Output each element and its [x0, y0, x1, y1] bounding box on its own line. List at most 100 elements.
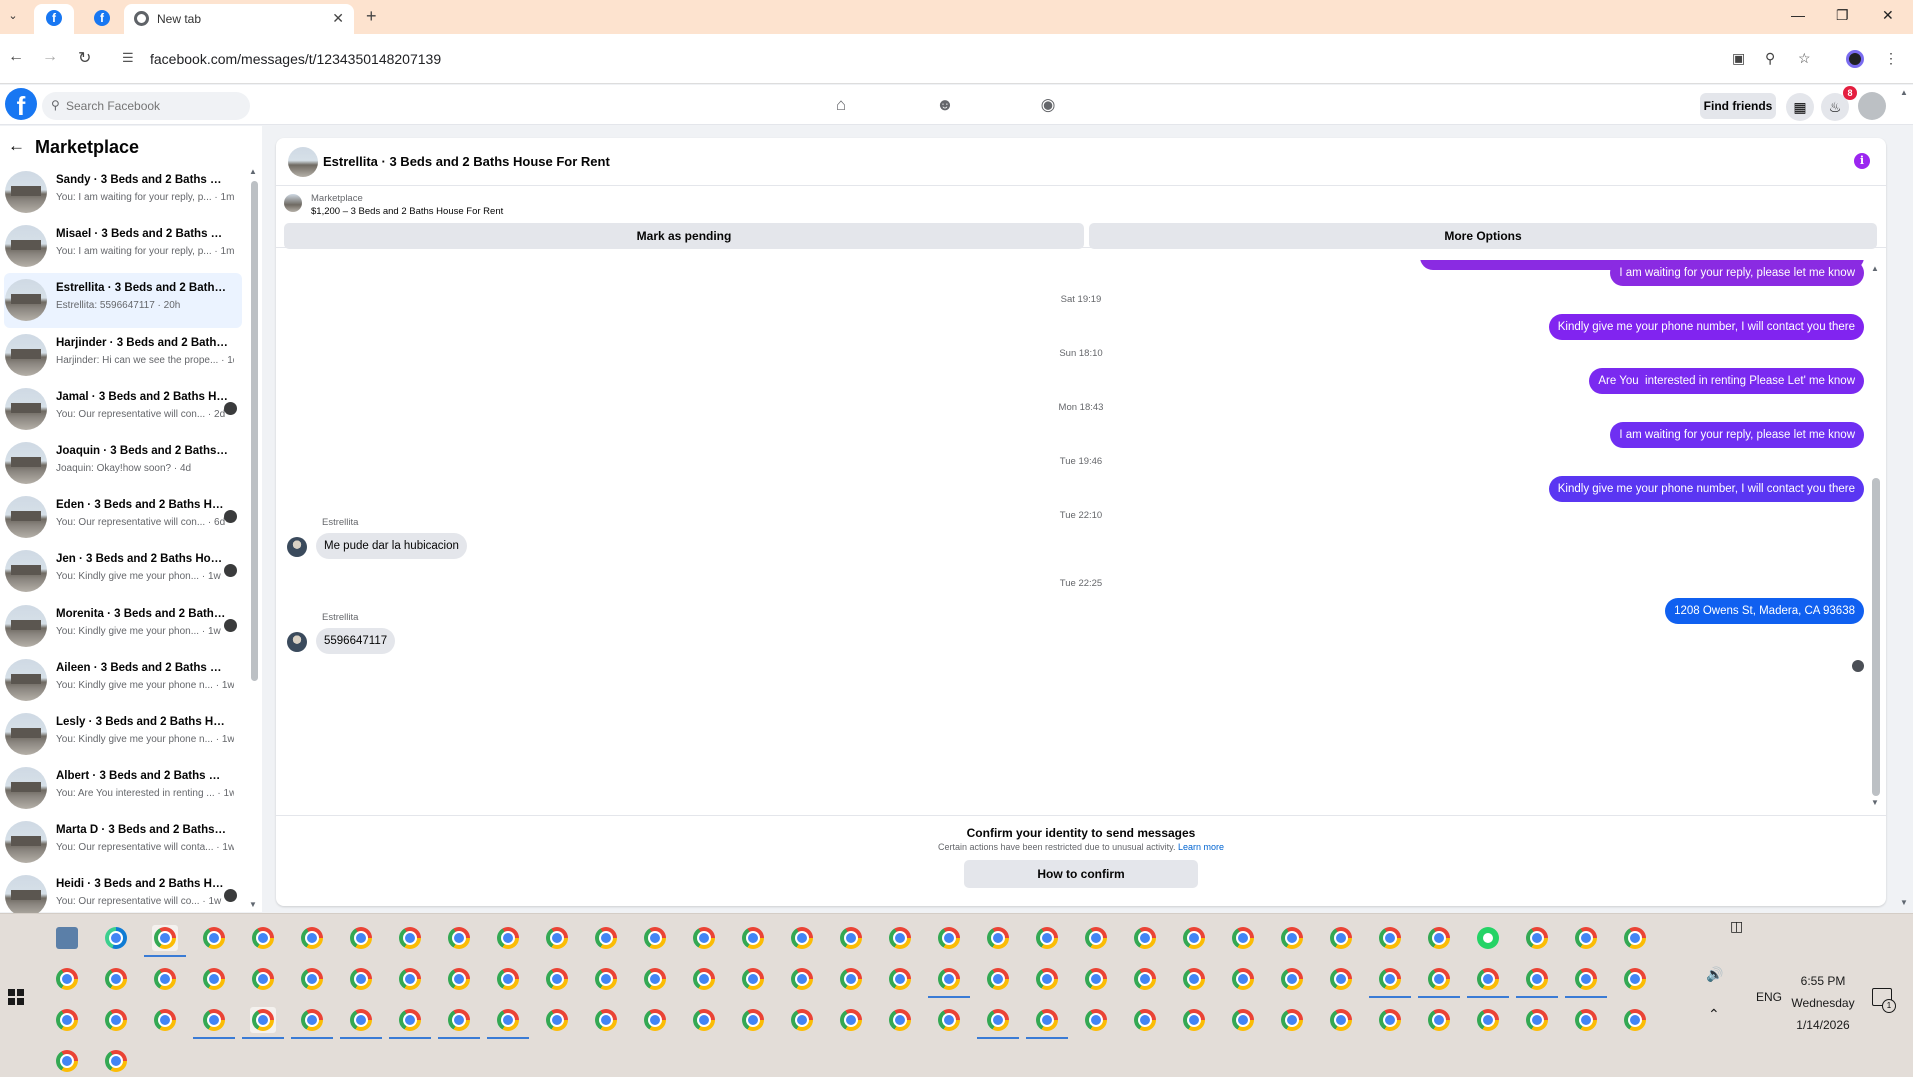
outgoing-message[interactable]: Kindly give me your phone number, I will…	[1548, 476, 1864, 502]
chrome-icon[interactable]	[250, 925, 276, 951]
chrome-icon[interactable]	[740, 966, 766, 992]
chrome-icon[interactable]	[201, 925, 227, 951]
language-indicator[interactable]: ENG	[1756, 990, 1782, 1004]
scroll-down-arrow-icon[interactable]: ▼	[249, 900, 257, 909]
tab-facebook-2[interactable]: f	[82, 4, 122, 34]
chrome-icon[interactable]	[446, 925, 472, 951]
chrome-icon[interactable]	[1524, 966, 1550, 992]
chrome-icon[interactable]	[201, 1007, 227, 1033]
chrome-icon[interactable]	[250, 1007, 276, 1033]
install-app-icon[interactable]: ▣	[1732, 50, 1745, 67]
chrome-icon[interactable]	[1328, 1007, 1354, 1033]
windows-start-icon[interactable]	[8, 989, 24, 1005]
chrome-icon[interactable]	[201, 966, 227, 992]
chrome-icon[interactable]	[1377, 966, 1403, 992]
zoom-icon[interactable]: ⚲	[1765, 50, 1775, 67]
chrome-icon[interactable]	[54, 1007, 80, 1033]
chrome-icon[interactable]	[740, 925, 766, 951]
chrome-icon[interactable]	[495, 925, 521, 951]
chrome-icon[interactable]	[936, 925, 962, 951]
conversation-item[interactable]: Estrellita · 3 Beds and 2 Baths House Fo…	[4, 273, 242, 328]
chrome-icon[interactable]	[1181, 925, 1207, 951]
conversation-item[interactable]: Joaquin · 3 Beds and 2 Baths House For R…	[0, 436, 246, 490]
chrome-icon[interactable]	[887, 1007, 913, 1033]
site-info-icon[interactable]: ☰	[122, 50, 134, 66]
browser-profile-avatar[interactable]	[1846, 50, 1864, 68]
chrome-icon[interactable]	[838, 925, 864, 951]
chrome-icon[interactable]	[887, 966, 913, 992]
chrome-icon[interactable]	[1083, 1007, 1109, 1033]
listing-thumbnail-small[interactable]	[284, 194, 302, 212]
chrome-icon[interactable]	[1622, 1007, 1648, 1033]
more-options-button[interactable]: More Options	[1089, 223, 1877, 249]
chrome-icon[interactable]	[691, 966, 717, 992]
url-field[interactable]: ☰ facebook.com/messages/t/12343501482071…	[112, 41, 1812, 77]
new-tab-button[interactable]: +	[366, 6, 377, 27]
conversation-item[interactable]: Lesly · 3 Beds and 2 Baths House For Ren…	[0, 707, 246, 761]
chevron-up-icon[interactable]: ⌃	[1708, 1006, 1720, 1023]
conversation-item[interactable]: Eden · 3 Beds and 2 Baths House For Rent…	[0, 490, 246, 544]
chrome-icon[interactable]	[1279, 925, 1305, 951]
chrome-icon[interactable]	[936, 1007, 962, 1033]
chrome-icon[interactable]	[1622, 966, 1648, 992]
chrome-icon[interactable]	[1279, 966, 1305, 992]
chrome-icon[interactable]	[1132, 1007, 1158, 1033]
chrome-icon[interactable]	[1377, 925, 1403, 951]
chrome-icon[interactable]	[103, 1007, 129, 1033]
chrome-icon[interactable]	[1524, 925, 1550, 951]
conversation-item[interactable]: Sandy · 3 Beds and 2 Baths House For Ren…	[0, 165, 246, 219]
chrome-icon[interactable]	[691, 925, 717, 951]
chrome-icon[interactable]	[642, 925, 668, 951]
chrome-icon[interactable]	[397, 966, 423, 992]
chrome-icon[interactable]	[103, 966, 129, 992]
chrome-icon[interactable]	[740, 1007, 766, 1033]
forward-arrow-icon[interactable]: →	[42, 48, 58, 66]
chrome-icon[interactable]	[985, 925, 1011, 951]
system-clock[interactable]: 6:55 PM Wednesday 1/14/2026	[1788, 970, 1858, 1036]
conversation-item[interactable]: Misael · 3 Beds and 2 Baths House For Re…	[0, 219, 246, 273]
conversation-item[interactable]: Jen · 3 Beds and 2 Baths House For Rent Y…	[0, 544, 246, 598]
chrome-icon[interactable]	[642, 966, 668, 992]
menu-grid-icon[interactable]: ▦	[1786, 93, 1814, 121]
chrome-icon[interactable]	[1034, 966, 1060, 992]
chrome-icon[interactable]	[1573, 1007, 1599, 1033]
chrome-icon[interactable]	[152, 925, 178, 951]
chrome-icon[interactable]	[985, 1007, 1011, 1033]
outgoing-message[interactable]: Kindly give me your phone number, I will…	[1548, 314, 1864, 340]
conversation-item[interactable]: Jamal · 3 Beds and 2 Baths House For Ren…	[0, 382, 246, 436]
chrome-icon[interactable]	[446, 1007, 472, 1033]
chrome-icon[interactable]	[1426, 925, 1452, 951]
tab-facebook-1[interactable]: f	[34, 4, 74, 34]
scroll-down-arrow-icon[interactable]: ▼	[1871, 798, 1879, 807]
search-box[interactable]: ⚲	[42, 92, 250, 120]
page-scroll-up-arrow-icon[interactable]: ▲	[1900, 88, 1908, 97]
photos-app-icon[interactable]	[54, 925, 80, 951]
page-scroll-down-arrow-icon[interactable]: ▼	[1900, 898, 1908, 907]
chrome-icon[interactable]	[1573, 925, 1599, 951]
sender-avatar[interactable]	[287, 632, 307, 652]
chrome-icon[interactable]	[299, 966, 325, 992]
chrome-icon[interactable]	[1132, 925, 1158, 951]
chrome-icon[interactable]	[593, 925, 619, 951]
chrome-icon[interactable]	[789, 966, 815, 992]
chrome-icon[interactable]	[348, 1007, 374, 1033]
chrome-icon[interactable]	[936, 966, 962, 992]
chrome-icon[interactable]	[593, 1007, 619, 1033]
scroll-up-arrow-icon[interactable]: ▲	[249, 167, 257, 176]
chrome-icon[interactable]	[1034, 925, 1060, 951]
chrome-icon[interactable]	[1475, 1007, 1501, 1033]
chrome-icon[interactable]	[1230, 925, 1256, 951]
conversation-item[interactable]: Harjinder · 3 Beds and 2 Baths House For…	[0, 328, 246, 382]
chrome-icon[interactable]	[348, 966, 374, 992]
chrome-icon[interactable]	[397, 1007, 423, 1033]
chrome-icon[interactable]	[1426, 966, 1452, 992]
conversation-item[interactable]: Albert · 3 Beds and 2 Baths House For Re…	[0, 761, 246, 815]
back-arrow-icon[interactable]: ←	[8, 136, 25, 156]
conversation-item[interactable]: Aileen · 3 Beds and 2 Baths House For Re…	[0, 653, 246, 707]
chrome-icon[interactable]	[1279, 1007, 1305, 1033]
search-input[interactable]	[66, 96, 242, 116]
chrome-icon[interactable]	[1328, 966, 1354, 992]
incoming-message[interactable]: 5596647117	[316, 628, 396, 654]
groups-icon[interactable]: ◉	[1038, 95, 1058, 115]
chrome-icon[interactable]	[1230, 1007, 1256, 1033]
